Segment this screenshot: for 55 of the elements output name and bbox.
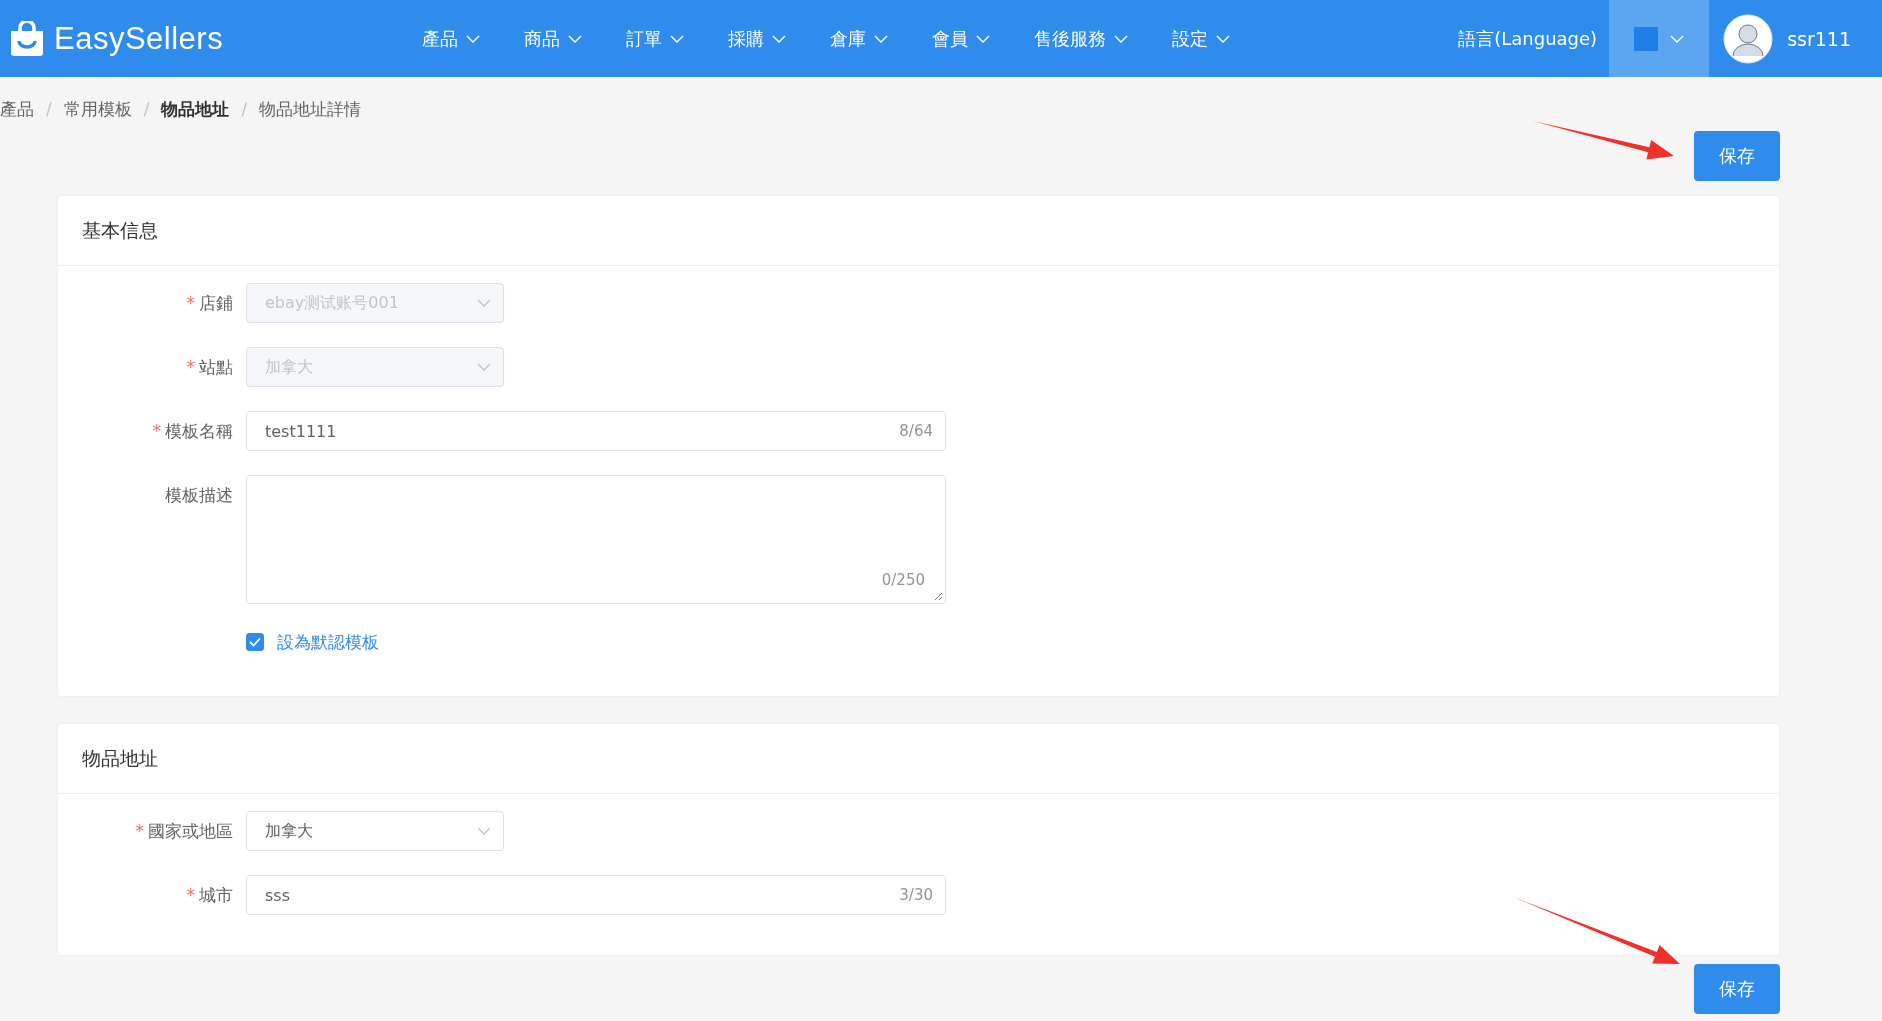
character-counter: 3/30 [899, 886, 933, 904]
username[interactable]: ssr111 [1787, 27, 1851, 50]
chevron-down-icon [477, 299, 491, 307]
character-counter: 8/64 [899, 422, 933, 440]
shopping-bag-icon [8, 20, 46, 57]
chevron-down-icon [670, 34, 684, 43]
user-avatar-icon[interactable] [1723, 13, 1774, 64]
field-label: * 模板名稱 [151, 420, 234, 443]
resize-handle-icon[interactable] [933, 591, 943, 601]
color-swatch [1634, 26, 1659, 51]
field-label: 模板描述 [164, 484, 234, 507]
chevron-down-icon [1216, 34, 1230, 43]
input-field[interactable]: test1111 8/64 [246, 411, 946, 451]
nav-menu-item[interactable]: 倉庫 [808, 0, 910, 77]
field-label: * 國家或地區 [134, 820, 234, 843]
nav-menu-item[interactable]: 會員 [910, 0, 1012, 77]
select-field[interactable]: 加拿大 [246, 811, 504, 851]
breadcrumb-separator: / [143, 99, 150, 119]
check-icon [249, 637, 261, 647]
section-title: 基本信息 [82, 217, 158, 243]
nav-menu-item[interactable]: 商品 [502, 0, 604, 77]
breadcrumb-separator: / [46, 99, 52, 119]
chevron-down-icon [477, 363, 491, 371]
input-field[interactable]: sss 3/30 [246, 875, 946, 915]
field-label: * 城市 [185, 884, 234, 907]
breadcrumb-item: 產品 [0, 97, 34, 121]
section-title: 物品地址 [82, 745, 158, 771]
nav-menu-item[interactable]: 售後服務 [1012, 0, 1150, 77]
chevron-down-icon [772, 34, 786, 43]
chevron-down-icon [1114, 34, 1128, 43]
language-selector[interactable]: 語言(Language) [1458, 26, 1598, 51]
field-label: * 站點 [185, 356, 234, 379]
checkbox[interactable] [246, 633, 264, 651]
chevron-down-icon [477, 827, 491, 835]
brand-logo: EasySellers [54, 20, 224, 57]
nav-menu-item[interactable]: 訂單 [604, 0, 706, 77]
field-label: * 店鋪 [185, 292, 234, 315]
save-button[interactable]: 保存 [1694, 131, 1780, 181]
chevron-down-icon [874, 34, 888, 43]
chevron-down-icon [1670, 34, 1685, 43]
chevron-down-icon [568, 34, 582, 43]
chevron-down-icon [976, 34, 990, 43]
nav-menu-item[interactable]: 設定 [1150, 0, 1252, 77]
breadcrumb-item: 物品地址詳情 [259, 97, 362, 121]
textarea-field[interactable]: 0/250 [246, 475, 946, 604]
breadcrumb-separator: / [241, 99, 248, 119]
checkbox-label[interactable]: 設為默認模板 [277, 630, 379, 654]
character-counter: 0/250 [881, 571, 925, 589]
nav-menu-item[interactable]: 採購 [706, 0, 808, 77]
breadcrumb-item[interactable]: 物品地址 [161, 97, 230, 121]
theme-color-picker[interactable] [1609, 0, 1710, 77]
chevron-down-icon [466, 34, 480, 43]
breadcrumb-item: 常用模板 [63, 97, 132, 121]
save-button[interactable]: 保存 [1694, 964, 1780, 1014]
nav-menu-item[interactable]: 產品 [400, 0, 502, 77]
